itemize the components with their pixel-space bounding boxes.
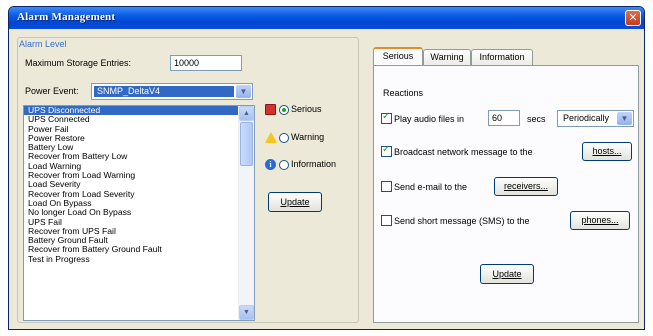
reactions-update-label: Update (492, 269, 522, 279)
event-list-scrollbar[interactable]: ▲ ▼ (238, 106, 254, 320)
receivers-button[interactable]: receivers... (494, 177, 558, 196)
hosts-button-label: hosts... (592, 146, 622, 156)
warning-label: Warning (291, 132, 325, 142)
warning-icon (265, 132, 277, 143)
phones-button-label: phones... (581, 215, 619, 225)
sms-checkbox[interactable] (381, 215, 392, 226)
power-event-list[interactable]: UPS Disconnected UPS Connected Power Fail P… (23, 105, 255, 321)
list-item[interactable]: Load On Bypass (24, 199, 239, 208)
email-label: Send e-mail to the (394, 182, 468, 192)
phones-button[interactable]: phones... (570, 211, 630, 230)
reactions-update-button[interactable]: Update (480, 264, 534, 284)
close-icon: ✕ (628, 11, 638, 24)
information-label: Information (291, 159, 337, 169)
close-button[interactable]: ✕ (625, 10, 641, 26)
serious-icon (265, 104, 276, 115)
power-event-value: SNMP_DeltaV4 (94, 86, 234, 97)
severity-update-button[interactable]: Update (268, 192, 322, 212)
scroll-thumb[interactable] (240, 122, 253, 166)
list-item[interactable]: Load Warning (24, 162, 239, 171)
warning-radio[interactable] (279, 133, 289, 143)
chevron-down-icon[interactable]: ▼ (617, 112, 632, 125)
serious-label: Serious (291, 104, 322, 114)
list-item[interactable]: Recover from Battery Low (24, 152, 239, 161)
tab-warning[interactable]: Warning (423, 49, 471, 65)
window-title: Alarm Management (17, 11, 116, 23)
list-item[interactable]: Test in Progress (24, 255, 239, 264)
email-checkbox[interactable] (381, 181, 392, 192)
list-item[interactable]: Recover from Load Warning (24, 171, 239, 180)
play-audio-checkbox[interactable] (381, 111, 392, 124)
event-list-items: UPS Disconnected UPS Connected Power Fail P… (24, 106, 239, 264)
max-entries-label: Maximum Storage Entries: (25, 58, 132, 68)
list-item[interactable]: UPS Fail (24, 218, 239, 227)
reactions-label: Reactions (383, 88, 424, 98)
list-item[interactable]: Recover from UPS Fail (24, 227, 239, 236)
list-item[interactable]: UPS Disconnected (24, 106, 239, 116)
max-entries-input[interactable]: 10000 (170, 55, 242, 71)
chevron-down-icon[interactable]: ▼ (236, 85, 251, 98)
list-item[interactable]: UPS Connected (24, 115, 239, 124)
sms-label: Send short message (SMS) to the (394, 216, 530, 226)
scroll-up-icon[interactable]: ▲ (239, 106, 254, 121)
alarm-management-window: Alarm Management ✕ Alarm Level Maximum S… (8, 6, 645, 330)
list-item[interactable]: No longer Load On Bypass (24, 208, 239, 217)
list-item[interactable]: Power Restore (24, 134, 239, 143)
list-item[interactable]: Load Severity (24, 180, 239, 189)
scroll-down-icon[interactable]: ▼ (239, 305, 254, 320)
alarm-level-label: Alarm Level (19, 39, 67, 49)
information-icon: i (265, 159, 276, 170)
serious-radio[interactable] (279, 105, 289, 115)
broadcast-checkbox[interactable] (381, 144, 392, 157)
tab-information[interactable]: Information (471, 49, 533, 65)
list-item[interactable]: Battery Ground Fault (24, 236, 239, 245)
audio-interval-input[interactable]: 60 (488, 110, 520, 126)
list-item[interactable]: Recover from Battery Ground Fault (24, 245, 239, 254)
serious-tab-panel: Reactions Play audio files in 60 secs Pe… (373, 65, 639, 323)
hosts-button[interactable]: hosts... (582, 142, 632, 161)
power-event-select[interactable]: SNMP_DeltaV4 ▼ (91, 83, 253, 100)
power-event-label: Power Event: (25, 86, 79, 96)
audio-mode-value: Periodically (560, 113, 615, 124)
secs-label: secs (527, 114, 546, 124)
list-item[interactable]: Recover from Load Severity (24, 190, 239, 199)
broadcast-label: Broadcast network message to the (394, 147, 533, 157)
list-item[interactable]: Power Fail (24, 125, 239, 134)
severity-update-label: Update (280, 197, 310, 207)
receivers-button-label: receivers... (503, 181, 548, 191)
tab-serious[interactable]: Serious (373, 47, 423, 65)
title-bar[interactable]: Alarm Management ✕ (9, 7, 644, 29)
audio-mode-select[interactable]: Periodically ▼ (557, 110, 634, 127)
list-item[interactable]: Battery Low (24, 143, 239, 152)
information-radio[interactable] (279, 160, 289, 170)
play-audio-label: Play audio files in (394, 114, 465, 124)
